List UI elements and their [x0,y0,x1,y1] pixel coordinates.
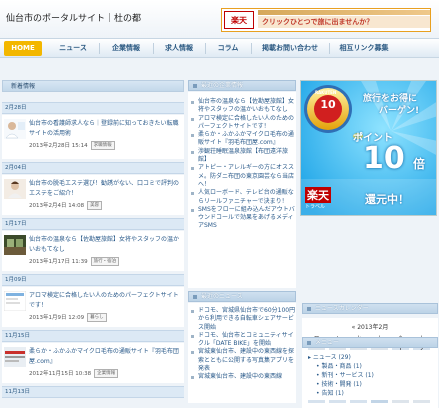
entry-meta: 2012年11月15日 10:38 企業情報 [29,369,119,378]
menu-item-tech[interactable]: • 技術・開発 (1) [308,380,438,389]
list-item[interactable]: アロマ検定に合格したい人のためのパーフェクトサイトです！ [188,115,296,132]
list-item[interactable]: ドコモ、宮城県仙台市で60分100円から利用できる自転車シェアサービス開始 [188,307,296,332]
banner-decoration [258,10,430,15]
rakuten-banner[interactable]: 楽天 クリックひとつで旅に出ませんか？ [221,8,431,32]
menu-item-new-services[interactable]: • 新刊・サービス (1) [308,371,438,380]
nav-jobs[interactable]: 求人情報 [156,41,202,56]
date-header: 1月09日 [2,274,184,286]
calendar-heading: ニュースカレンダー [302,303,438,314]
main-nav: HOME ニュース 企業情報 求人情報 コラム 掲載お問い合わせ 相互リンク募集 [0,38,439,58]
thumbnail[interactable] [4,119,26,139]
category-badge[interactable]: 旅行・宿泊 [90,257,120,266]
company-heading: 最近の企業情報 [188,80,296,91]
entry-title[interactable]: アロマ検定に合格したい人のためのパーフェクトサイトです！ [29,291,179,311]
medal-number: 10 [320,98,336,111]
entry-meta: 2013年2月4日 14:08 美容 [29,201,103,210]
rakuten-ad[interactable]: RAKUTEN 10 旅行をお得に バーゲン! ポイント 10 倍 楽天 トラベ… [300,80,437,216]
list-item[interactable]: SMSをフローに組み込んだアウトバウンドコールで効果をあげるメディアSMS [188,206,296,231]
list-item: 柔らか・ふかふかマイクロ毛布の通販サイト『羽毛布団屋.com』 2012年11月… [2,343,184,383]
thumbnail[interactable] [3,290,27,312]
list-item: 仙台市の看護師求人なら｜登録前に知っておきたい転職サイトの活用術 2013年2月… [2,115,184,159]
list-item[interactable]: ドコモ、仙台市とコミュニティサイクル「DATE BIKE」を開始 [188,332,296,349]
nav-separator [205,43,206,54]
entry-date: 2013年1月17日 11:39 [29,259,88,265]
list-item[interactable]: 宮城東仙台市、建設中の東西線を探索とともに公開する写真集アプリを発表 [188,348,296,373]
nav-company[interactable]: 企業情報 [102,41,150,56]
menu-item-label: 告知 (1) [321,390,344,397]
sidebar-right: RAKUTEN 10 旅行をお得に バーゲン! ポイント 10 倍 楽天 トラベ… [300,80,439,408]
list-item[interactable]: 人気ローボード、テレビ台の通販ならリールファニチャーで決まり！ [188,189,296,206]
calendar-title[interactable]: « 2013年2月 [302,322,438,331]
banner-text: クリックひとつで旅に出ませんか？ [258,16,430,28]
list-item[interactable]: アトピー・アレルギーの方にオススメ。防ダニ布団の東京園芸なら当店へ！ [188,164,296,189]
news-heading: 新着情報 [2,80,184,92]
entry-title[interactable]: 柔らか・ふかふかマイクロ毛布の通販サイト『羽毛布団屋.com』 [29,347,179,367]
menu-item-label: ニュース (29) [312,354,351,361]
news-column: 新着情報 2月28日 仙台市の看護師求人なら｜登録前に知っておきたい転職サイトの… [0,66,186,406]
menu-item-label: 製品・商品 (1) [321,363,362,370]
date-header: 11月13日 [2,386,184,398]
menu-item-label: 技術・開発 (1) [321,381,362,388]
list-item[interactable]: 宮城東仙台市、建設中の東西線 [188,373,296,381]
ad-subheadline: バーゲン! [379,106,420,116]
company-list: 仙台市の温泉なら【佐勘屋旅館】女将やスタッフの温かいおもてなし アロマ検定に合格… [188,92,296,288]
rakuten-travel-text: トラベル [305,204,326,210]
sidebar-middle: 最近の企業情報 仙台市の温泉なら【佐勘屋旅館】女将やスタッフの温かいおもてなし … [186,80,298,403]
medal-top-text: RAKUTEN [315,90,337,95]
rakuten-logo: 楽天 [305,187,331,203]
list-item: 仙台市の脱毛エステ選び！勧誘がない、口コミで評判のエステをご紹介！ 2013年2… [2,175,184,215]
nav-home[interactable]: HOME [4,41,42,56]
category-badge[interactable]: 企業情報 [94,369,119,378]
entry-meta: 2013年2月28日 15:14 求職情報 [29,141,115,150]
thumbnail[interactable] [4,347,26,367]
news-list: ドコモ、宮城県仙台市で60分100円から利用できる自転車シェアサービス開始 ドコ… [188,303,296,403]
nav-separator [99,43,100,54]
nav-column[interactable]: コラム [208,41,248,56]
list-item: アロマ検定に合格したい人のためのパーフェクトサイトです！ 2013年1月9日 1… [2,287,184,327]
nav-links[interactable]: 相互リンク募集 [332,41,396,56]
list-item[interactable]: 渉観荘睡眠温泉旅館【布団遠洋旅館】 [188,148,296,165]
site-header: 仙台市のポータルサイト｜杜の都 楽天 クリックひとつで旅に出ませんか？ [0,0,439,38]
entry-date: 2012年11月15日 10:38 [29,371,92,377]
menu-item-products[interactable]: • 製品・商品 (1) [308,362,438,371]
menu-item-label: 新刊・サービス (1) [321,372,374,379]
entry-meta: 2013年1月9日 12:09 暮らし [29,313,107,322]
entry-date: 2013年2月28日 15:14 [29,143,88,149]
nav-contact[interactable]: 掲載お問い合わせ [254,41,326,56]
nav-separator [329,43,330,54]
entry-meta: 2013年1月17日 11:39 旅行・宿泊 [29,257,120,266]
nav-separator [153,43,154,54]
point-multiplier: 10 [363,141,405,176]
date-header: 2月04日 [2,162,184,174]
date-header: 1月17日 [2,218,184,230]
point-unit: 倍 [413,157,426,171]
thumbnail[interactable] [4,179,26,199]
site-title[interactable]: 仙台市のポータルサイト｜杜の都 [6,11,141,24]
list-item[interactable]: 仙台市の温泉なら【佐勘屋旅館】女将やスタッフの温かいおもてなし [188,98,296,115]
nav-news[interactable]: ニュース [50,41,96,56]
entry-title[interactable]: 仙台市の脱毛エステ選び！勧誘がない、口コミで評判のエステをご紹介！ [29,179,179,199]
menu-heading: メニュー [302,337,438,348]
menu-item-news[interactable]: ▸ ニュース (29) [308,353,438,362]
entry-date: 2013年2月4日 14:08 [29,203,85,209]
list-item: 仙台市の温泉なら【佐勘屋旅館】女将やスタッフの温かいおもてなし 2013年1月1… [2,231,184,271]
cashback-text: 還元中！ [365,193,409,206]
list-item[interactable]: 柔らか・ふかふかマイクロ毛布の通販サイト『羽毛布団屋.com』 [188,131,296,148]
date-header: 11月15日 [2,330,184,342]
date-header: 2月28日 [2,102,184,114]
menu-item-notice[interactable]: • 告知 (1) [308,389,438,398]
news-heading: 最近のニュース [188,291,296,302]
nav-separator [251,43,252,54]
entry-title[interactable]: 仙台市の温泉なら【佐勘屋旅館】女将やスタッフの温かいおもてなし [29,235,179,255]
category-menu: ▸ ニュース (29) • 製品・商品 (1) • 新刊・サービス (1) • … [302,350,438,400]
category-badge[interactable]: 美容 [87,201,103,210]
entry-date: 2013年1月9日 12:09 [29,315,85,321]
entry-title[interactable]: 仙台市の看護師求人なら｜登録前に知っておきたい転職サイトの活用術 [29,119,179,139]
thumbnail[interactable] [4,235,26,255]
category-badge[interactable]: 求職情報 [90,141,115,150]
category-badge[interactable]: 暮らし [87,313,107,322]
banner-logo: 楽天 [224,11,254,29]
